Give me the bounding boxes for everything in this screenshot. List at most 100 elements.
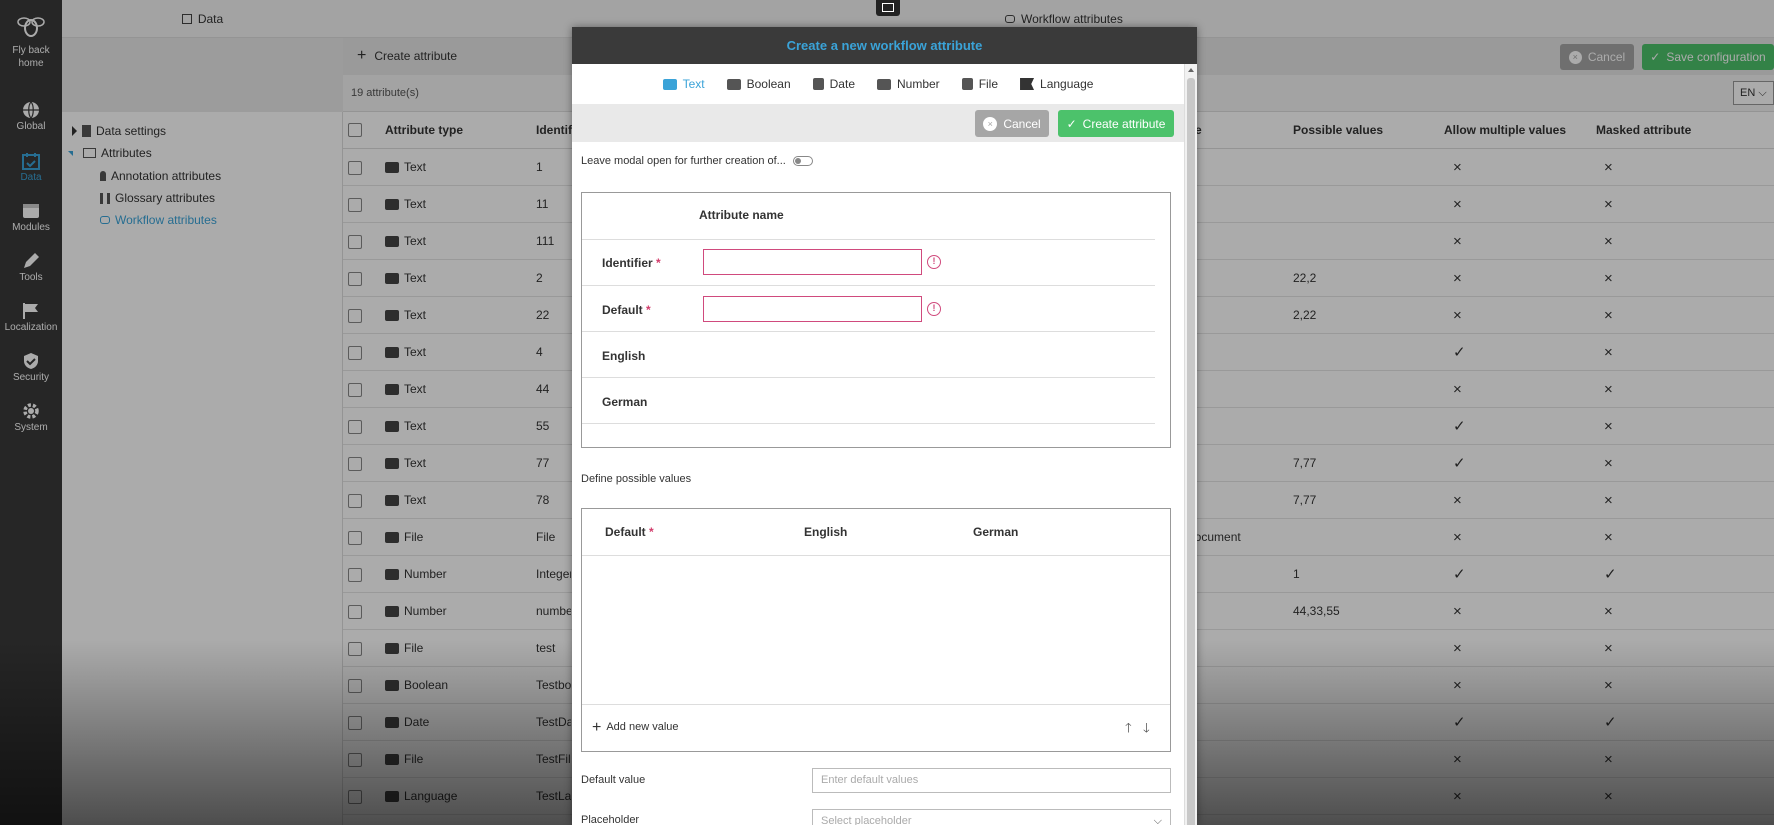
row-checkbox[interactable]	[348, 420, 362, 434]
default-name-input[interactable]	[703, 296, 922, 322]
default-label: Default *	[602, 303, 651, 317]
attribute-type-icon	[385, 643, 399, 655]
row-checkbox[interactable]	[348, 272, 362, 286]
error-icon: !	[927, 302, 941, 316]
default-value-input[interactable]: Enter default values	[812, 768, 1171, 793]
arrow-up-icon[interactable]: 🡑	[1125, 719, 1132, 741]
attribute-type-icon	[385, 717, 399, 729]
identifier-input[interactable]	[703, 249, 922, 275]
sidebar-label-system: System	[14, 422, 48, 433]
tab-boolean[interactable]: Boolean	[726, 77, 791, 91]
sidebar-item-tools[interactable]: Tools	[0, 252, 62, 283]
caret-down-icon	[68, 150, 73, 156]
tree-label: Attributes	[101, 146, 152, 160]
col-attribute-type[interactable]: Attribute type	[385, 112, 463, 149]
row-identifier: test	[536, 641, 556, 655]
row-multi-icon: ×	[1453, 307, 1462, 324]
keep-open-label: Leave modal open for further creation of…	[581, 155, 786, 167]
row-masked-icon: ×	[1604, 677, 1613, 694]
row-type: Number	[404, 604, 447, 618]
row-type-cell: Text	[385, 371, 426, 408]
col-possible-values[interactable]: Possible values	[1293, 112, 1383, 149]
row-checkbox[interactable]	[348, 716, 362, 730]
tab-label: Language	[1040, 77, 1094, 91]
row-identifier: numbe	[536, 604, 571, 618]
tree-header: Data	[62, 0, 343, 38]
german-label: German	[602, 395, 648, 409]
tab-language[interactable]: Language	[1020, 77, 1093, 91]
chevron-down-icon: ⌵	[1153, 815, 1162, 825]
row-checkbox[interactable]	[348, 494, 362, 508]
tree-item-attributes[interactable]: Attributes	[68, 146, 152, 160]
row-identifier: Testboo	[536, 678, 571, 692]
shield-icon	[24, 353, 38, 369]
tree-item-annotation-attributes[interactable]: Annotation attributes	[100, 169, 221, 183]
attributes-icon	[83, 148, 96, 158]
row-type: Number	[404, 567, 447, 581]
breadcrumb-label: Workflow attributes	[1021, 12, 1123, 26]
tab-text[interactable]: Text	[662, 77, 705, 91]
row-possible-values: 7,77	[1293, 456, 1317, 470]
row-checkbox[interactable]	[348, 161, 362, 175]
row-type: Text	[404, 382, 427, 396]
sidebar-item-global[interactable]: Global	[0, 101, 62, 132]
row-type-cell: Boolean	[385, 667, 448, 704]
row-type: Text	[404, 345, 427, 359]
row-identifier: 111	[536, 234, 555, 248]
save-configuration-button[interactable]: ✓ Save configuration	[1642, 44, 1774, 70]
row-checkbox[interactable]	[348, 235, 362, 249]
tab-date[interactable]: Date	[812, 77, 855, 91]
row-checkbox[interactable]	[348, 309, 362, 323]
keep-open-toggle[interactable]	[793, 156, 813, 166]
col-identifier[interactable]: Identifi	[536, 112, 575, 149]
row-checkbox[interactable]	[348, 642, 362, 656]
divider	[582, 423, 1155, 424]
divider	[582, 377, 1155, 378]
row-checkbox[interactable]	[348, 383, 362, 397]
select-all-checkbox[interactable]	[348, 123, 362, 137]
language-select[interactable]: EN ⌵	[1733, 81, 1774, 105]
row-type-cell: Text	[385, 408, 426, 445]
modal-cancel-button[interactable]: × Cancel	[975, 110, 1049, 137]
tab-number[interactable]: Number	[877, 77, 940, 91]
tree-item-workflow-attributes[interactable]: Workflow attributes	[100, 213, 217, 227]
scroll-up-arrow[interactable]	[1188, 68, 1194, 72]
sidebar-item-localization[interactable]: Localization	[0, 302, 62, 333]
row-checkbox[interactable]	[348, 568, 362, 582]
arrow-down-icon[interactable]: 🡓	[1143, 719, 1150, 741]
scroll-thumb[interactable]	[1187, 78, 1195, 825]
row-checkbox[interactable]	[348, 198, 362, 212]
col-allow-multiple[interactable]: Allow multiple values	[1444, 112, 1566, 149]
row-masked-icon: ×	[1604, 603, 1613, 620]
modal-create-button[interactable]: ✓ Create attribute	[1058, 110, 1174, 137]
sidebar-item-security[interactable]: Security	[0, 352, 62, 383]
row-checkbox[interactable]	[348, 346, 362, 360]
placeholder-select[interactable]: Select placeholder ⌵	[812, 809, 1171, 825]
tree-item-glossary-attributes[interactable]: Glossary attributes	[100, 191, 215, 205]
tab-file[interactable]: File	[961, 77, 998, 91]
row-type-cell: File	[385, 519, 423, 556]
sidebar-item-home[interactable]: Fly back home	[0, 14, 62, 70]
attribute-type-icon	[385, 384, 399, 396]
sidebar-item-modules[interactable]: Modules	[0, 202, 62, 233]
cancel-button[interactable]: × Cancel	[1560, 44, 1634, 70]
row-checkbox[interactable]	[348, 605, 362, 619]
drag-handle[interactable]	[876, 0, 900, 16]
tree-item-data-settings[interactable]: Data settings	[72, 124, 166, 138]
row-masked-icon: ×	[1604, 418, 1613, 435]
modal-scrollbar[interactable]	[1184, 64, 1197, 825]
row-checkbox[interactable]	[348, 790, 362, 804]
row-checkbox[interactable]	[348, 679, 362, 693]
attribute-type-icon	[385, 606, 399, 618]
row-checkbox[interactable]	[348, 457, 362, 471]
modal-action-bar: × Cancel ✓ Create attribute	[572, 104, 1184, 142]
add-new-value-button[interactable]: + Add new value	[592, 719, 679, 735]
create-attribute-button[interactable]: + Create attribute	[357, 48, 457, 64]
sidebar-item-system[interactable]: System	[0, 402, 62, 433]
row-checkbox[interactable]	[348, 531, 362, 545]
col-masked[interactable]: Masked attribute	[1596, 112, 1691, 149]
sidebar-item-data[interactable]: Data	[0, 152, 62, 183]
attribute-type-icon	[385, 347, 399, 359]
row-checkbox[interactable]	[348, 753, 362, 767]
flag-icon	[23, 303, 38, 319]
